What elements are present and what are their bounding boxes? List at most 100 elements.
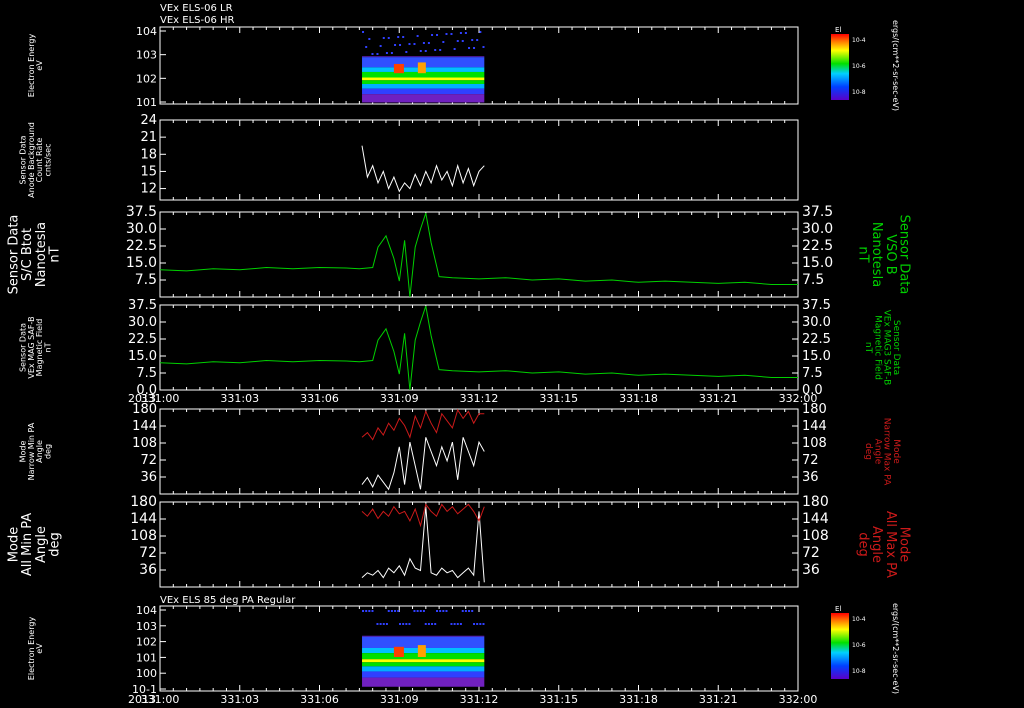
right-axis-title: nT [863,342,873,354]
spectrogram-dot [382,37,385,39]
time-tick-label: 331:06 [300,392,339,405]
time-tick-label: 331:00 [141,693,180,706]
colorbar-tick: 10-4 [852,37,866,44]
y-tick-label: 108 [802,436,827,451]
spectrogram-dot [471,610,474,612]
right-axis-title: deg [856,532,871,557]
colorbar-tick: 10-8 [852,668,866,675]
spectrogram-dot [431,34,434,36]
panel1-title-line2: VEx ELS-06 HR [160,15,235,26]
spectrogram-dot [365,610,368,612]
time-tick-label: 331:03 [220,693,259,706]
time-tick-label: 332:00 [779,392,818,405]
spectrogram-dot [461,40,464,42]
colorbar-tick: 10-4 [852,616,866,623]
spectrogram-dot [439,49,442,51]
spectrogram-dot [390,52,393,54]
y-tick-label: 37.5 [126,204,157,220]
y-tick-label: 72 [802,453,819,468]
y-tick-label: 104 [136,25,157,38]
spectrogram-dot [442,610,445,612]
colorbar-label: El [835,605,841,613]
spectrogram-dot [385,52,388,54]
panel-frame-3 [159,211,799,298]
spectrogram-dot [416,610,419,612]
right-axis-title: deg [863,443,873,460]
series-line-all-max-pa [361,503,485,528]
spectrogram-hotspot [393,646,404,657]
y-tick-label: 15.0 [126,255,157,271]
spectrogram-dot [413,43,416,45]
spectrogram-dot [427,42,430,44]
time-tick-label: 331:00 [141,392,180,405]
spectrogram-dot [397,36,400,38]
spectrogram-dot [450,623,453,625]
y-tick-label: 36 [802,562,820,578]
spectrogram-dot [405,623,408,625]
spectrogram-dot [394,610,397,612]
spectrogram-dot [371,610,374,612]
figure: VEx ELS-06 LR VEx ELS-06 HR VEx ELS 85 d… [7,3,912,706]
left-axis-title: eV [35,643,44,654]
spectrogram-band [362,80,485,84]
spectrogram-dot [397,610,400,612]
spectrogram-dot [482,623,485,625]
y-tick-label: 36 [139,562,157,578]
colorbar-tick: 10-6 [852,642,866,649]
spectrogram-dot [399,623,402,625]
spectrogram-dot [379,45,382,47]
y-tick-label: 101 [136,96,157,109]
y-tick-label: 100 [136,667,157,680]
panels-layer: 104103102101Electron Energy eVEl10-410-61… [7,20,912,706]
spectrogram-dot [459,623,462,625]
spectrogram-dot [473,623,476,625]
spectrogram-dot [442,41,445,43]
colorbar-tick: 10-8 [852,89,866,96]
panel-frame-5 [159,408,799,495]
spectrogram-dot [413,610,416,612]
time-tick-label: 331:09 [380,693,419,706]
y-tick-label: 22.5 [126,238,157,254]
left-axis-title: nT [47,246,62,262]
y-tick-label: 108 [130,528,157,544]
y-tick-label: 108 [132,436,157,451]
y-tick-label: 144 [130,511,157,527]
spectrogram-dot [362,610,365,612]
spectrogram-dot [365,46,368,48]
spectrogram-dot [424,623,427,625]
time-tick-label: 331:12 [460,392,499,405]
spectrogram-hotspot [417,62,426,74]
spectrogram-band [362,666,485,672]
panel7-title: VEx ELS 85 deg PA Regular [160,595,296,606]
y-tick-label: 15.0 [802,349,831,364]
colorbar-units: ergs/(cm**2-sr-sec-eV) [891,20,900,111]
time-tick-label: 331:03 [220,392,259,405]
spectrogram-dot [382,623,385,625]
spectrogram-dot [419,610,422,612]
y-tick-label: 24 [140,113,157,128]
right-axis-title: nT [856,246,871,262]
y-tick-label: 101 [136,651,157,664]
series-line-narrow-max-pa [361,408,485,441]
spectrogram-dot [399,44,402,46]
time-tick-label: 331:15 [539,693,578,706]
left-axis-title: eV [35,60,44,71]
colorbar-label: El [835,26,841,34]
spectrogram-dot [464,610,467,612]
y-tick-label: 37.5 [802,204,833,220]
spectrogram-dot [468,610,471,612]
left-axis-title: cnts/sec [44,144,53,177]
spectrogram-band [362,94,485,103]
y-tick-label: 7.5 [802,366,823,381]
spectrogram-dot [422,42,425,44]
y-tick-label: 37.5 [802,298,831,313]
spectrogram-dot [479,31,482,33]
spectrogram-band [362,88,485,95]
spectrogram-dot [376,623,379,625]
spectrogram-dot [405,51,408,53]
spectrogram-dot [464,32,467,34]
spectrogram-hotspot [393,63,404,74]
left-axis-title: nT [44,342,53,352]
y-tick-label: 7.5 [136,366,157,381]
left-axis-title: deg [44,444,53,459]
